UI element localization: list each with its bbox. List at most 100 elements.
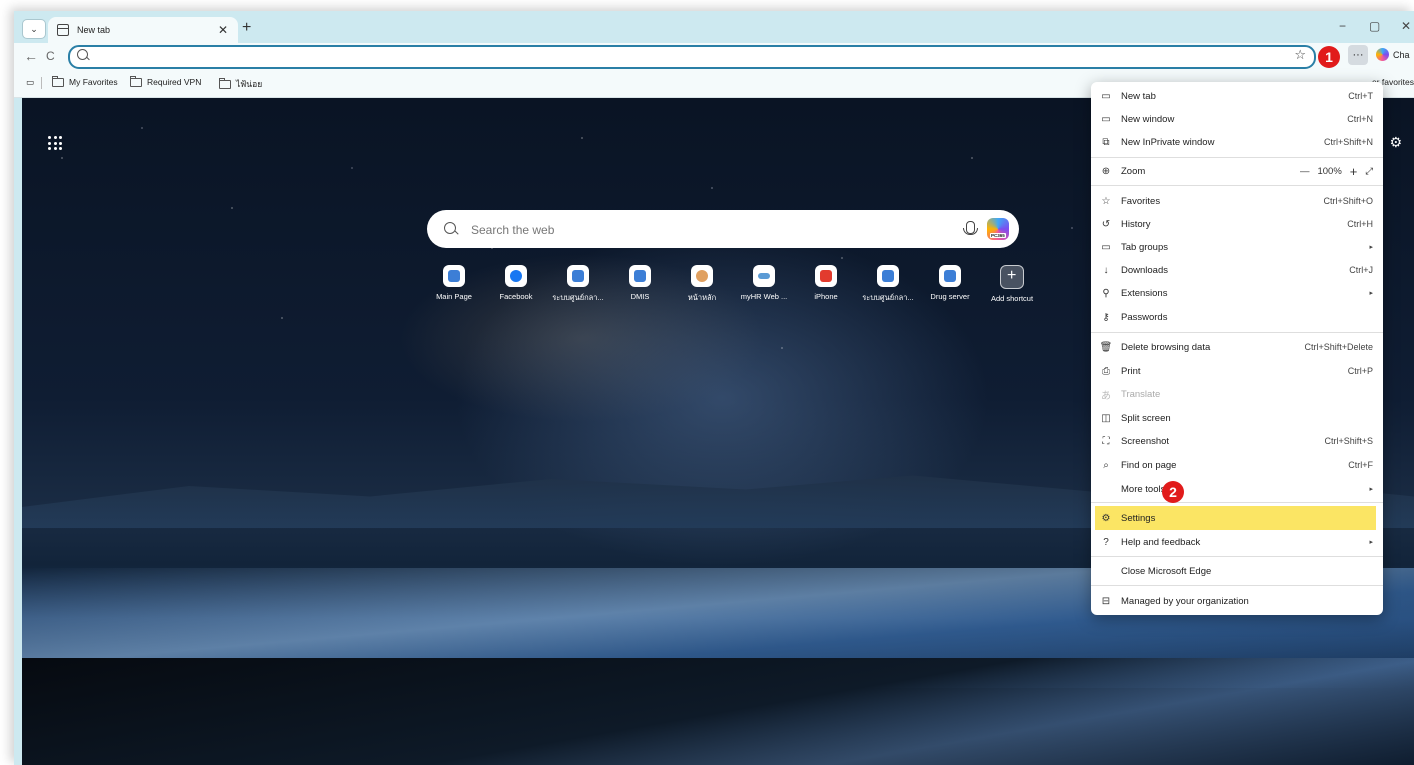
- menu-label: Help and feedback: [1121, 536, 1201, 548]
- page-settings-gear-icon[interactable]: ⚙: [1389, 134, 1402, 151]
- tab-actions-button[interactable]: ⌄: [22, 19, 46, 39]
- window-icon: ▭: [1101, 113, 1111, 125]
- shortcut-drug-server[interactable]: Drug server: [919, 265, 981, 315]
- folder-label: ไฟ้น่อย: [236, 79, 263, 89]
- shortcut-central-system-1[interactable]: ระบบศูนย์กลา...: [547, 265, 609, 315]
- shortcut-facebook[interactable]: Facebook: [485, 265, 547, 315]
- shortcut-iphone[interactable]: iPhone: [795, 265, 857, 315]
- menu-label: Screenshot: [1121, 435, 1170, 447]
- app-launcher-icon[interactable]: [48, 136, 62, 150]
- add-shortcut-button[interactable]: Add shortcut: [981, 265, 1043, 315]
- refresh-button[interactable]: C: [46, 49, 55, 63]
- zoom-in-button[interactable]: +: [1350, 164, 1358, 179]
- settings-and-more-button[interactable]: ···: [1348, 45, 1368, 65]
- menu-label: Settings: [1121, 512, 1156, 524]
- menu-item-more-tools[interactable]: More tools ▸: [1095, 478, 1377, 500]
- web-search-box[interactable]: [427, 210, 1019, 248]
- menu-item-help-feedback[interactable]: ? Help and feedback ▸: [1095, 531, 1377, 553]
- address-bar[interactable]: ☆: [68, 45, 1316, 69]
- zoom-icon: ⊕: [1101, 165, 1111, 177]
- favorites-folder-thai[interactable]: ไฟ้น่อย: [219, 77, 262, 91]
- callout-badge-1: 1: [1318, 46, 1340, 68]
- menu-item-new-window[interactable]: ▭ New window Ctrl+N: [1095, 108, 1377, 130]
- search-icon: [444, 222, 456, 234]
- menu-label: Close Microsoft Edge: [1121, 565, 1212, 577]
- minimize-button[interactable]: −: [1339, 19, 1346, 33]
- printer-icon: ⎙: [1102, 365, 1110, 377]
- shortcut-central-system-2[interactable]: ระบบศูนย์กลา...: [857, 265, 919, 315]
- menu-shortcut: Ctrl+Shift+N: [1323, 137, 1373, 147]
- facebook-icon: [505, 265, 527, 287]
- menu-item-history[interactable]: ↺ History Ctrl+H: [1095, 213, 1377, 235]
- shortcut-label: หน้าหลัก: [687, 293, 717, 302]
- close-tab-icon[interactable]: ✕: [218, 23, 228, 37]
- shortcut-site-icon: [877, 265, 899, 287]
- history-icon: ↺: [1101, 218, 1111, 230]
- screenshot-icon: ⛶: [1102, 435, 1110, 447]
- newtab-page-icon: [57, 24, 69, 36]
- menu-divider: [1091, 585, 1383, 586]
- inprivate-icon: ⧉: [1102, 136, 1110, 148]
- help-icon: ?: [1103, 536, 1109, 548]
- menu-item-settings[interactable]: ⚙ Settings: [1095, 506, 1376, 530]
- extensions-puzzle-icon: ⚲: [1102, 287, 1110, 299]
- shortcut-myhr-web[interactable]: myHR Web ...: [733, 265, 795, 315]
- copilot-pc365-icon[interactable]: [987, 218, 1009, 240]
- collections-icon[interactable]: ▭: [26, 77, 34, 88]
- menu-item-passwords[interactable]: ⚷ Passwords: [1095, 306, 1377, 328]
- favorites-folder-required-vpn[interactable]: Required VPN: [130, 75, 201, 87]
- menu-shortcut: Ctrl+F: [1348, 460, 1373, 470]
- tab-new-tab[interactable]: New tab ✕: [48, 17, 238, 43]
- menu-item-extensions[interactable]: ⚲ Extensions ▸: [1095, 282, 1377, 304]
- address-input[interactable]: [94, 48, 1278, 66]
- menu-divider: [1091, 157, 1383, 158]
- shortcut-site-icon: [939, 265, 961, 287]
- web-search-input[interactable]: [469, 220, 943, 240]
- menu-item-favorites[interactable]: ☆ Favorites Ctrl+Shift+O: [1095, 190, 1377, 212]
- restore-button[interactable]: ▢: [1369, 19, 1380, 33]
- shortcut-label: iPhone: [814, 292, 838, 301]
- submenu-arrow-icon: ▸: [1369, 539, 1373, 546]
- menu-shortcut: Ctrl+P: [1347, 366, 1373, 376]
- find-icon: ⌕: [1103, 459, 1109, 471]
- menu-item-managed-by-org[interactable]: ⊟ Managed by your organization: [1095, 590, 1377, 612]
- favorites-folder-my-favorites[interactable]: My Favorites: [52, 75, 118, 87]
- back-button[interactable]: ←: [24, 48, 38, 64]
- menu-shortcut: Ctrl+Shift+S: [1324, 436, 1373, 446]
- settings-and-more-menu: ▭ New tab Ctrl+T ▭ New window Ctrl+N ⧉ N…: [1091, 82, 1383, 615]
- menu-shortcut: Ctrl+Shift+O: [1323, 196, 1373, 206]
- folder-icon: [130, 75, 142, 87]
- menu-item-new-tab[interactable]: ▭ New tab Ctrl+T: [1095, 85, 1377, 107]
- download-icon: ↓: [1103, 264, 1109, 276]
- callout-badge-2: 2: [1162, 481, 1184, 503]
- zoom-out-button[interactable]: —: [1300, 166, 1310, 177]
- add-favorite-star-icon[interactable]: ☆: [1294, 47, 1306, 63]
- menu-item-find-on-page[interactable]: ⌕ Find on page Ctrl+F: [1095, 454, 1377, 476]
- menu-item-tab-groups[interactable]: ▭ Tab groups ▸: [1095, 236, 1377, 258]
- shortcut-home-page[interactable]: หน้าหลัก: [671, 265, 733, 315]
- split-screen-icon: ◫: [1101, 412, 1111, 424]
- menu-item-print[interactable]: ⎙ Print Ctrl+P: [1095, 360, 1377, 382]
- menu-item-close-edge[interactable]: Close Microsoft Edge: [1095, 560, 1377, 582]
- menu-item-new-inprivate[interactable]: ⧉ New InPrivate window Ctrl+Shift+N: [1095, 131, 1377, 153]
- microphone-icon[interactable]: [963, 221, 978, 235]
- beach-background: [22, 658, 1414, 765]
- shortcut-dmis[interactable]: DMIS: [609, 265, 671, 315]
- favorites-icon: ☆: [1101, 195, 1111, 207]
- menu-label: Split screen: [1121, 412, 1171, 424]
- menu-label: Downloads: [1121, 264, 1168, 276]
- menu-shortcut: Ctrl+T: [1348, 91, 1373, 101]
- menu-label: New window: [1121, 113, 1175, 125]
- close-window-button[interactable]: ✕: [1401, 19, 1411, 33]
- menu-item-downloads[interactable]: ↓ Downloads Ctrl+J: [1095, 259, 1377, 281]
- menu-item-split-screen[interactable]: ◫ Split screen: [1095, 407, 1377, 429]
- new-tab-button[interactable]: +: [242, 19, 251, 37]
- fullscreen-button[interactable]: ⤢: [1365, 166, 1373, 177]
- menu-item-delete-browsing-data[interactable]: 🗑 Delete browsing data Ctrl+Shift+Delete: [1095, 336, 1377, 358]
- copilot-button[interactable]: Cha: [1376, 48, 1410, 61]
- menu-item-screenshot[interactable]: ⛶ Screenshot Ctrl+Shift+S: [1095, 430, 1377, 452]
- toolbar: ← C ☆ ☆≡ ··· Cha: [14, 43, 1414, 71]
- shortcut-main-page[interactable]: Main Page: [423, 265, 485, 315]
- translate-icon: あ: [1101, 390, 1111, 402]
- menu-divider: [1091, 556, 1383, 557]
